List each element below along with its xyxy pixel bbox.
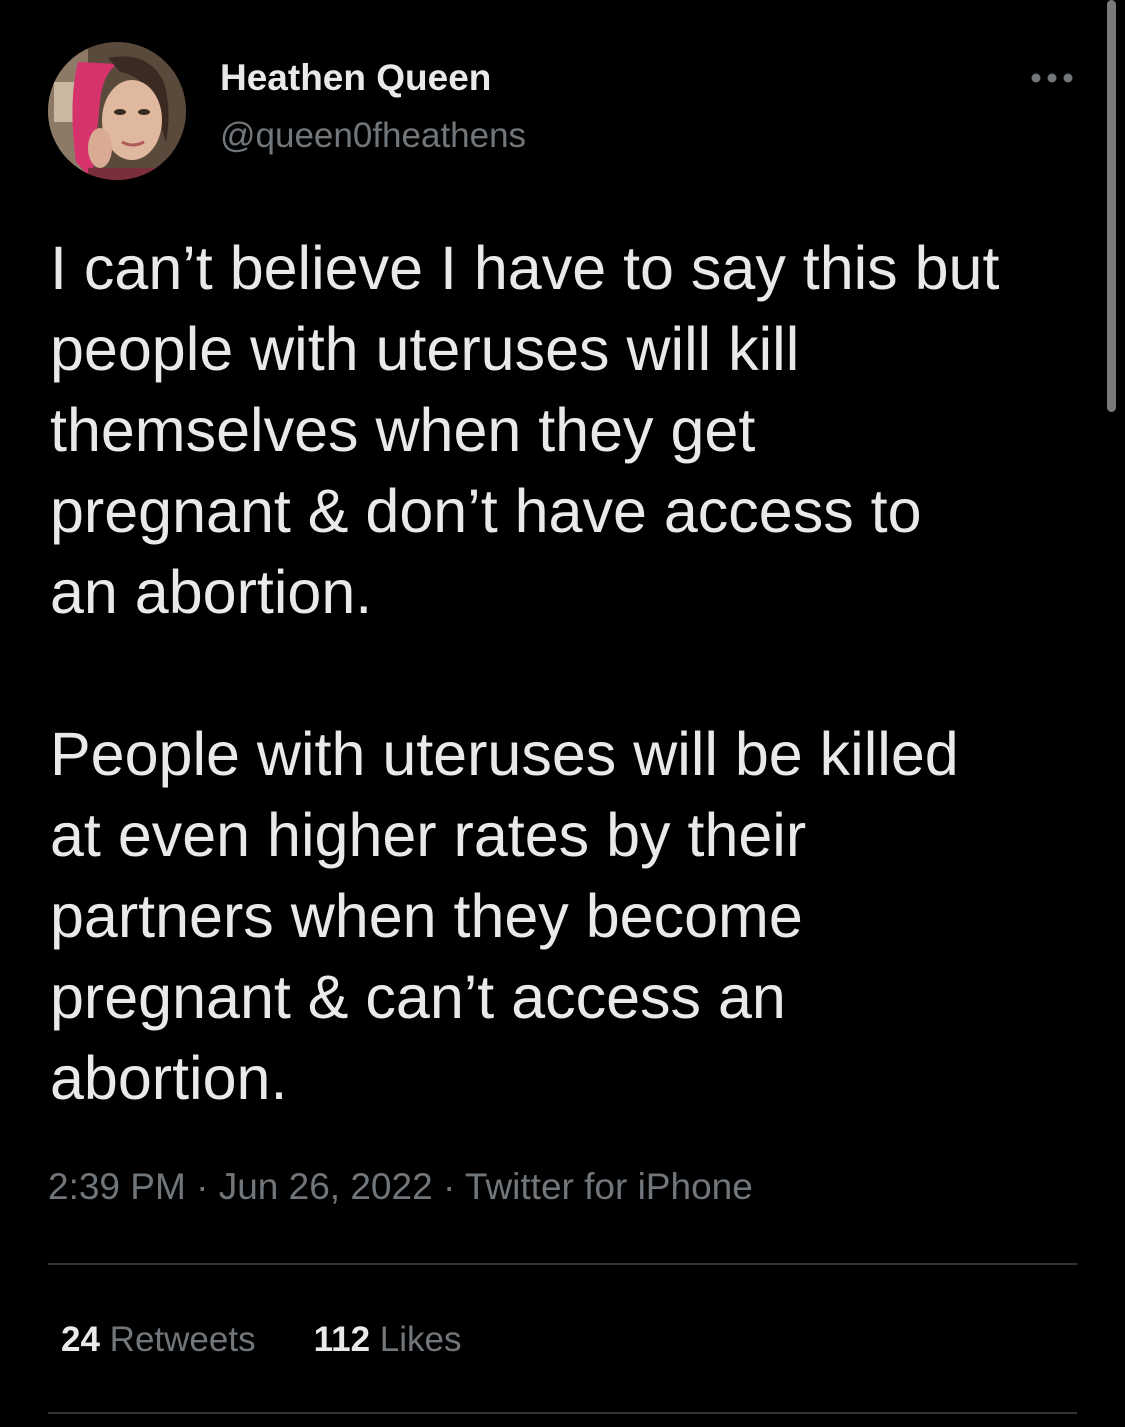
ellipsis-icon (1031, 73, 1073, 83)
retweets-stat[interactable]: 24 Retweets (61, 1316, 256, 1364)
retweets-count: 24 (61, 1320, 100, 1359)
tweet-time[interactable]: 2:39 PM (48, 1166, 186, 1207)
meta-separator: · (442, 1166, 456, 1207)
avatar[interactable] (48, 42, 186, 180)
meta-separator: · (196, 1166, 209, 1207)
divider (48, 1263, 1077, 1265)
author-handle[interactable]: @queen0fheathens (220, 114, 526, 158)
retweets-label: Retweets (109, 1320, 256, 1359)
engagement-stats: 24 Retweets 112 Likes (61, 1316, 462, 1364)
likes-count: 112 (313, 1320, 371, 1359)
tweet-metadata: 2:39 PM · Jun 26, 2022 · Twitter for iPh… (48, 1163, 753, 1211)
more-options-button[interactable] (1022, 58, 1082, 98)
author-display-name[interactable]: Heathen Queen (220, 56, 491, 100)
profile-photo-icon (48, 42, 186, 180)
divider (48, 1412, 1077, 1414)
scrollbar[interactable] (1107, 0, 1116, 412)
tweet-text: I can’t believe I have to say this but p… (50, 234, 1000, 1112)
tweet-date[interactable]: Jun 26, 2022 (219, 1166, 433, 1207)
likes-label: Likes (379, 1320, 462, 1359)
likes-stat[interactable]: 112 Likes (314, 1316, 462, 1364)
tweet-source[interactable]: Twitter for iPhone (465, 1166, 753, 1207)
